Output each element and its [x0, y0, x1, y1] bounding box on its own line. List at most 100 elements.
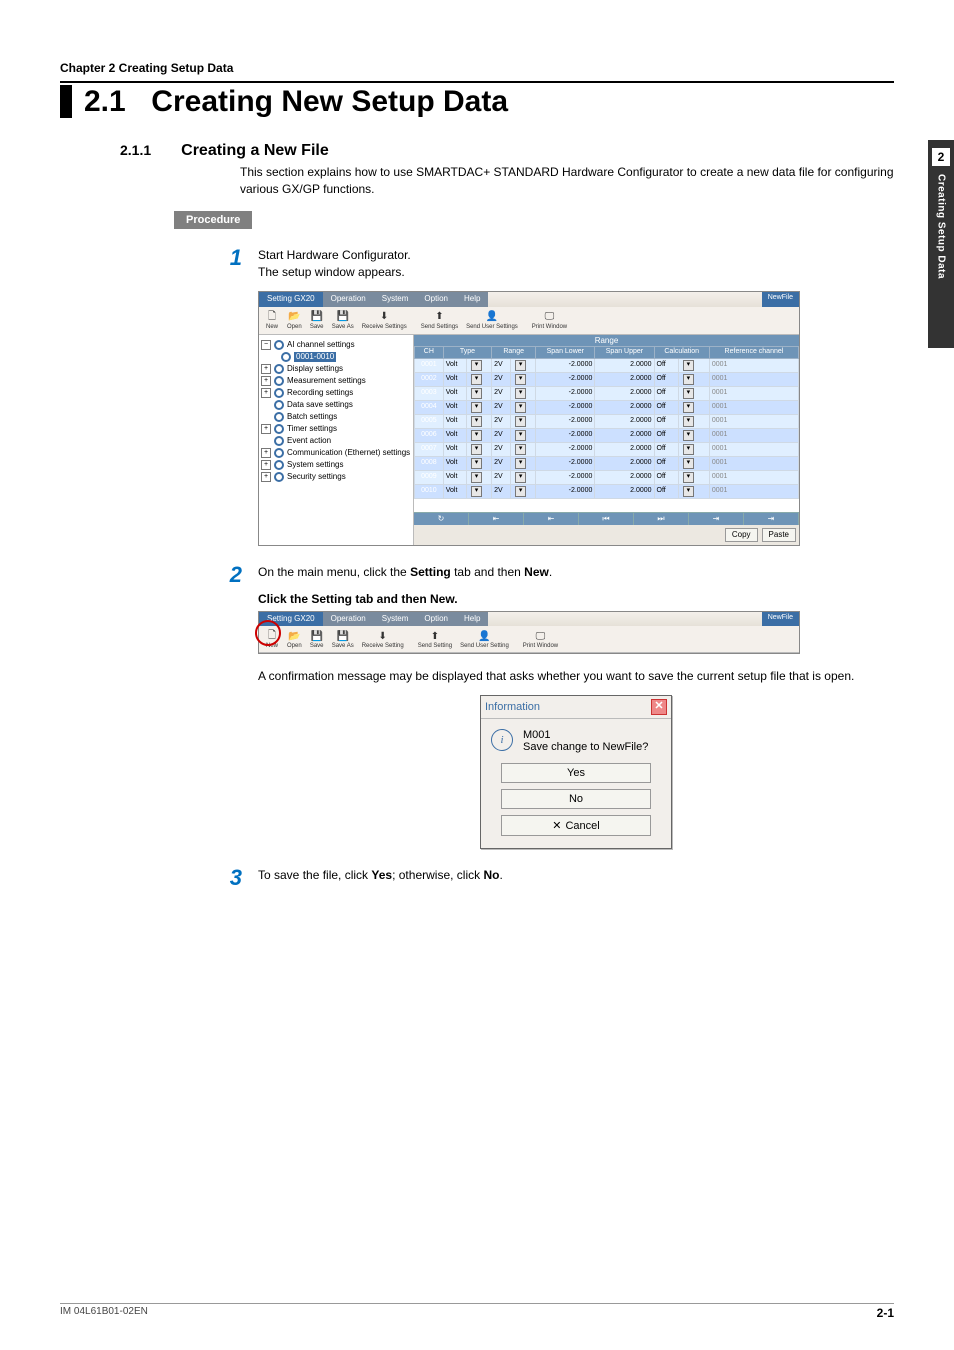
chevron-down-icon[interactable]: ▾: [471, 486, 482, 497]
chevron-down-icon[interactable]: ▾: [683, 472, 694, 483]
close-icon[interactable]: ✕: [651, 699, 667, 715]
chevron-down-icon[interactable]: ▾: [471, 444, 482, 455]
tab-system[interactable]: System: [374, 292, 417, 307]
collapse-icon[interactable]: −: [261, 340, 271, 350]
tree-label[interactable]: Event action: [287, 436, 331, 446]
tab-help[interactable]: Help: [456, 292, 488, 307]
tab-option[interactable]: Option: [416, 612, 456, 626]
chevron-down-icon[interactable]: ▾: [683, 458, 694, 469]
nav-icon[interactable]: ⏮: [579, 513, 634, 525]
nav-tree[interactable]: − AI channel settings 0001-0010 + Display …: [259, 335, 414, 545]
paste-button[interactable]: Paste: [762, 528, 796, 542]
table-row[interactable]: 0006Volt▾2V▾-2.00002.0000Off▾0001: [415, 428, 799, 442]
tb-open[interactable]: 📂Open: [285, 629, 304, 649]
tb-new[interactable]: 🗋New: [263, 310, 281, 331]
tb-send[interactable]: ⬆Send Settings: [419, 310, 460, 331]
nav-icon[interactable]: ⇤: [524, 513, 579, 525]
nav-icon[interactable]: ⇤: [469, 513, 524, 525]
chevron-down-icon[interactable]: ▾: [515, 416, 526, 427]
tb-save[interactable]: 💾Save: [308, 310, 326, 331]
chevron-down-icon[interactable]: ▾: [471, 472, 482, 483]
chevron-down-icon[interactable]: ▾: [683, 402, 694, 413]
chevron-down-icon[interactable]: ▾: [683, 416, 694, 427]
chevron-down-icon[interactable]: ▾: [471, 402, 482, 413]
tab-system[interactable]: System: [374, 612, 417, 626]
chevron-down-icon[interactable]: ▾: [515, 402, 526, 413]
tree-label[interactable]: Communication (Ethernet) settings: [287, 448, 410, 458]
chevron-down-icon[interactable]: ▾: [515, 444, 526, 455]
expand-icon[interactable]: +: [261, 388, 271, 398]
expand-icon[interactable]: +: [261, 364, 271, 374]
tab-setting[interactable]: Setting GX20: [259, 292, 323, 307]
tree-label[interactable]: Timer settings: [287, 424, 337, 434]
tree-label[interactable]: Display settings: [287, 364, 343, 374]
copy-button[interactable]: Copy: [725, 528, 758, 542]
tb-save-as[interactable]: 💾Save As: [330, 310, 356, 331]
tb-send-user[interactable]: 👤Send User Setting: [458, 629, 511, 649]
expand-icon[interactable]: +: [261, 472, 271, 482]
tab-operation[interactable]: Operation: [323, 612, 374, 626]
table-row[interactable]: 0005Volt▾2V▾-2.00002.0000Off▾0001: [415, 414, 799, 428]
chevron-down-icon[interactable]: ▾: [471, 360, 482, 371]
chevron-down-icon[interactable]: ▾: [683, 444, 694, 455]
tab-operation[interactable]: Operation: [323, 292, 374, 307]
tb-open[interactable]: 📂Open: [285, 310, 304, 331]
table-row[interactable]: 0002Volt▾2V▾-2.00002.0000Off▾0001: [415, 372, 799, 386]
tree-label[interactable]: Security settings: [287, 472, 346, 482]
chevron-down-icon[interactable]: ▾: [471, 430, 482, 441]
nav-icon[interactable]: ⇥: [689, 513, 744, 525]
tree-label[interactable]: AI channel settings: [287, 340, 355, 350]
tree-label[interactable]: Batch settings: [287, 412, 337, 422]
table-row[interactable]: 0009Volt▾2V▾-2.00002.0000Off▾0001: [415, 470, 799, 484]
expand-icon[interactable]: +: [261, 460, 271, 470]
chevron-down-icon[interactable]: ▾: [515, 472, 526, 483]
tb-send[interactable]: ⬆Send Setting: [416, 629, 454, 649]
chevron-down-icon[interactable]: ▾: [515, 486, 526, 497]
chevron-down-icon[interactable]: ▾: [515, 458, 526, 469]
expand-icon[interactable]: +: [261, 448, 271, 458]
chevron-down-icon[interactable]: ▾: [683, 374, 694, 385]
tree-label[interactable]: System settings: [287, 460, 343, 470]
chevron-down-icon[interactable]: ▾: [683, 360, 694, 371]
table-row[interactable]: 0001Volt▾2V▾-2.00002.0000Off▾0001: [415, 358, 799, 372]
chevron-down-icon[interactable]: ▾: [683, 388, 694, 399]
tree-label[interactable]: Recording settings: [287, 388, 353, 398]
tree-label[interactable]: Data save settings: [287, 400, 353, 410]
table-row[interactable]: 0004Volt▾2V▾-2.00002.0000Off▾0001: [415, 400, 799, 414]
tb-new[interactable]: 🗋New: [263, 629, 281, 649]
chevron-down-icon[interactable]: ▾: [471, 374, 482, 385]
chevron-down-icon[interactable]: ▾: [471, 458, 482, 469]
table-row[interactable]: 0007Volt▾2V▾-2.00002.0000Off▾0001: [415, 442, 799, 456]
nav-icon[interactable]: ↻: [414, 513, 469, 525]
table-row[interactable]: 0003Volt▾2V▾-2.00002.0000Off▾0001: [415, 386, 799, 400]
tree-label-selected[interactable]: 0001-0010: [294, 352, 336, 362]
no-button[interactable]: No: [501, 789, 651, 809]
tab-option[interactable]: Option: [416, 292, 456, 307]
chevron-down-icon[interactable]: ▾: [683, 486, 694, 497]
expand-icon[interactable]: +: [261, 424, 271, 434]
expand-icon[interactable]: +: [261, 376, 271, 386]
nav-icon[interactable]: ⇥: [744, 513, 799, 525]
chevron-down-icon[interactable]: ▾: [683, 430, 694, 441]
tb-print[interactable]: 🖵Print Window: [530, 310, 569, 331]
chevron-down-icon[interactable]: ▾: [515, 430, 526, 441]
chevron-down-icon[interactable]: ▾: [471, 388, 482, 399]
cancel-button[interactable]: ✕Cancel: [501, 815, 651, 836]
tab-setting[interactable]: Setting GX20: [259, 612, 323, 626]
tree-label[interactable]: Measurement settings: [287, 376, 366, 386]
tb-receive[interactable]: ⬇Receive Setting: [360, 629, 406, 649]
chevron-down-icon[interactable]: ▾: [515, 388, 526, 399]
chevron-down-icon[interactable]: ▾: [515, 374, 526, 385]
chevron-down-icon[interactable]: ▾: [515, 360, 526, 371]
table-row[interactable]: 0008Volt▾2V▾-2.00002.0000Off▾0001: [415, 456, 799, 470]
tb-send-user[interactable]: 👤Send User Settings: [464, 310, 520, 331]
table-row[interactable]: 0010Volt▾2V▾-2.00002.0000Off▾0001: [415, 484, 799, 498]
tb-save-as[interactable]: 💾Save As: [330, 629, 356, 649]
nav-icon[interactable]: ⏭: [634, 513, 689, 525]
tb-receive[interactable]: ⬇Receive Settings: [360, 310, 409, 331]
tab-help[interactable]: Help: [456, 612, 488, 626]
yes-button[interactable]: Yes: [501, 763, 651, 783]
tb-save[interactable]: 💾Save: [308, 629, 326, 649]
tb-print[interactable]: 🖵Print Window: [521, 629, 560, 649]
chevron-down-icon[interactable]: ▾: [471, 416, 482, 427]
